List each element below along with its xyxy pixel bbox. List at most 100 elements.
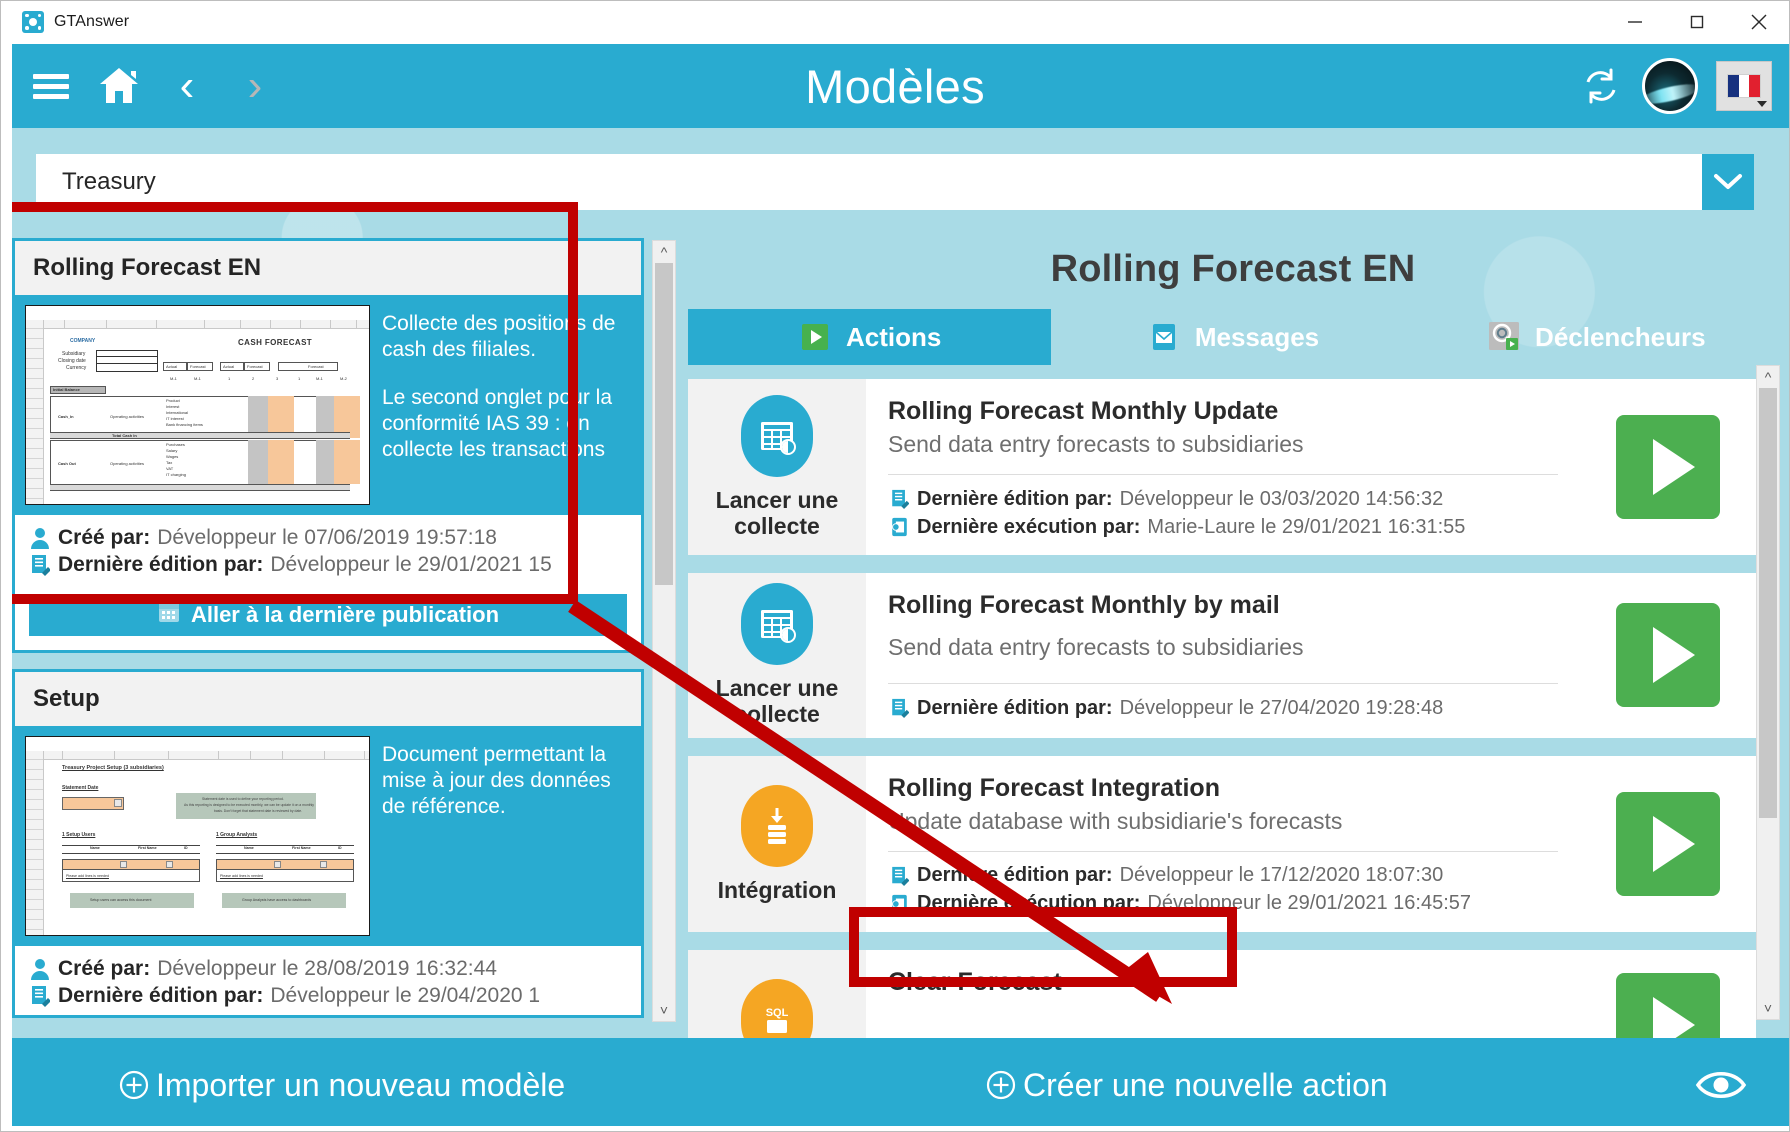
datasheet-collect-icon [741,394,813,477]
title-bar: GTAnswer [0,0,1790,44]
gt-logo-icon [22,10,44,33]
model-detail-panel: Rolling Forecast EN Actions Messages Déc… [688,238,1778,1051]
window-left-edge [0,44,12,1132]
action-last-executed-label: Dernière exécution par: [917,515,1141,538]
tab-messages[interactable]: Messages [1051,309,1414,365]
eye-icon[interactable] [1694,1058,1748,1112]
tab-declencheurs[interactable]: Déclencheurs [1415,309,1778,365]
home-icon[interactable] [96,63,142,109]
last-edited-value: Développeur le 29/01/2021 15 [270,553,552,576]
app-title: GTAnswer [54,12,130,30]
french-flag-icon[interactable] [1716,61,1772,111]
model-card-body: COMPANY CASH FORECAST Subsidiary Closing… [15,295,641,515]
action-last-executed: Dernière exécution par: Marie-Laure le 2… [888,515,1558,539]
action-name: Rolling Forecast Integration [888,773,1220,802]
application-window: GTAnswer ‹ › Modèles Treasury Rolling Fo… [0,0,1790,1132]
user-avatar[interactable] [1642,58,1698,114]
action-last-edited-label: Dernière édition par: [917,864,1113,887]
close-icon[interactable] [1728,0,1790,44]
go-to-last-publication-button[interactable]: Aller à la dernière publication [29,594,627,636]
model-card-description-2: Le second onglet pour la conformité IAS … [382,386,613,462]
action-last-edited: Dernière édition par: Développeur le 17/… [888,864,1558,888]
action-subtitle: Send data entry forecasts to subsidiarie… [888,634,1304,660]
chevron-up-icon[interactable]: ^ [1765,366,1772,388]
edit-document-icon [888,864,910,888]
actions-list[interactable]: Lancer une collecte Rolling Forecast Mon… [688,379,1756,1051]
action-last-edited-label: Dernière édition par: [917,487,1113,510]
action-last-executed: Dernière exécution par: Développeur le 2… [888,892,1558,916]
action-info: Rolling Forecast Monthly Update Send dat… [866,379,1580,555]
last-edited-value: Développeur le 29/04/2020 1 [270,984,541,1007]
actions-scrollbar[interactable]: ^ ˅ [1756,365,1780,1020]
go-to-last-publication-label: Aller à la dernière publication [190,602,500,627]
project-selector[interactable]: Treasury [36,154,1754,210]
title-bar-left: GTAnswer [0,10,130,33]
create-new-action-label: Créer une nouvelle action [1023,1066,1388,1103]
maximize-icon[interactable] [1666,0,1728,44]
model-card-meta: Créé par: Développeur le 07/06/2019 19:5… [15,515,641,584]
model-card-rolling-forecast-en[interactable]: Rolling Forecast EN COMPANY CASH FORECAS… [12,238,644,653]
created-by-row: Créé par: Développeur le 07/06/2019 19:5… [29,526,627,550]
chevron-up-icon[interactable]: ^ [661,241,668,263]
edit-document-icon [888,696,910,720]
edit-document-icon [29,553,51,577]
header-right-icons [1578,58,1790,114]
chevron-down-icon[interactable] [1702,154,1754,210]
play-button-icon[interactable] [1616,603,1720,708]
user-icon [29,526,51,550]
chevron-down-icon[interactable]: ˅ [660,999,668,1021]
import-new-model-button[interactable]: Importer un nouveau modèle [118,1067,565,1104]
last-edited-row: Dernière édition par: Développeur le 29/… [29,553,627,577]
action-last-edited: Dernière édition par: Développeur le 03/… [888,487,1558,511]
action-info: Rolling Forecast Monthly by mail Send da… [866,573,1580,738]
project-selector-value: Treasury [62,168,156,195]
action-subtitle: Update database with subsidiarie's forec… [888,807,1343,834]
action-last-executed-label: Dernière exécution par: [917,892,1141,915]
play-button-icon[interactable] [1616,415,1720,519]
actions-area: Lancer une collecte Rolling Forecast Mon… [688,379,1778,1051]
chevron-right-icon[interactable]: › [232,63,278,109]
action-info: Rolling Forecast Integration Update data… [866,756,1580,932]
database-import-icon [741,784,813,867]
last-edited-label: Dernière édition par: [58,553,264,576]
created-by-label: Créé par: [58,957,151,980]
action-last-edited-value: Développeur le 03/03/2020 14:56:32 [1119,487,1444,510]
run-history-icon [888,515,910,539]
scroll-thumb[interactable] [655,263,673,585]
play-button-icon[interactable] [1616,791,1720,896]
models-list-panel[interactable]: Rolling Forecast EN COMPANY CASH FORECAS… [12,238,672,1024]
tab-actions-label: Actions [845,321,942,352]
table-row[interactable]: Lancer une collecte Rolling Forecast Mon… [688,379,1756,555]
header-nav-icons: ‹ › [0,63,278,109]
model-card-setup[interactable]: Setup Treasury Project Setup (3 subsidia… [12,669,644,1018]
cash-forecast-spreadsheet-thumbnail: COMPANY CASH FORECAST Subsidiary Closing… [25,305,370,505]
table-row[interactable]: Intégration Rolling Forecast Integration… [688,755,1756,932]
edit-document-icon [888,487,910,511]
tab-declencheurs-label: Déclencheurs [1535,321,1706,352]
left-panel-scrollbar[interactable]: ^ ˅ [652,240,676,1022]
play-green-icon [798,320,832,354]
window-bottom-edge [0,1126,1790,1132]
table-row[interactable]: Lancer une collecte Rolling Forecast Mon… [688,573,1756,738]
refresh-icon[interactable] [1578,63,1624,109]
divider [888,850,1558,852]
svg-text:SQL: SQL [766,1007,789,1019]
tab-actions[interactable]: Actions [688,309,1052,365]
create-new-action-button[interactable]: Créer une nouvelle action [985,1067,1388,1104]
app-header: ‹ › Modèles [0,44,1790,128]
chevron-down-icon[interactable]: ˅ [1764,997,1772,1019]
hamburger-menu-icon[interactable] [28,63,74,109]
action-name: Rolling Forecast Monthly by mail [888,591,1280,619]
chevron-left-icon[interactable]: ‹ [164,63,210,109]
user-icon [29,957,51,981]
treasury-setup-spreadsheet-thumbnail: Treasury Project Setup (3 subsidiaries) … [25,736,370,936]
model-card-description-1: Document permettant la mise à jour des d… [382,743,611,819]
minimize-icon[interactable] [1604,0,1666,44]
run-history-icon [888,892,910,916]
action-last-edited-value: Développeur le 27/04/2020 19:28:48 [1119,696,1444,719]
action-run [1580,573,1756,738]
last-edited-label: Dernière édition par: [58,984,264,1007]
table-row[interactable]: SQL Clear Forecast [688,949,1756,1051]
created-by-label: Créé par: [58,526,151,549]
scroll-thumb[interactable] [1759,388,1777,818]
